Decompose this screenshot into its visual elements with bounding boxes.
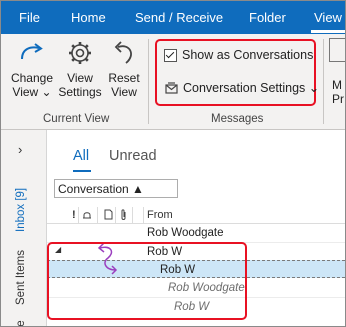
active-tab-indicator [311,30,345,33]
conversation-settings-label: Conversation Settings ⌄ [183,81,320,95]
filter-unread-tab[interactable]: Unread [109,148,157,164]
tab-view[interactable]: View [314,10,342,25]
reset-view-label-2: View [111,85,137,99]
group-separator-2 [323,39,324,124]
column-divider [97,207,98,223]
view-settings-label-1: View [67,71,93,85]
outlook-window: File Home Send / Receive Folder View Cha… [0,0,346,327]
column-divider [132,207,133,223]
view-settings-button[interactable]: View Settings [57,39,103,99]
group-separator [148,39,149,124]
change-view-button[interactable]: Change View ⌄ [9,39,55,99]
list-item[interactable]: Rob Woodgate [47,224,345,242]
change-view-label-1: Change [10,71,54,85]
conversation-settings-icon [165,81,178,94]
change-view-label-2: View ⌄ [12,85,52,99]
folder-more[interactable]: ive [15,320,27,326]
document-column-icon[interactable] [104,209,113,220]
change-view-icon [21,43,43,60]
group-label-messages: Messages [211,113,264,125]
column-divider [115,207,116,223]
tab-send-receive[interactable]: Send / Receive [135,10,223,25]
column-divider [143,207,144,223]
tab-home[interactable]: Home [71,10,106,25]
folder-pane-collapsed: › Inbox [9] Sent Items ive [1,130,47,326]
arrange-by-dropdown[interactable]: Conversation ▲ [54,179,178,198]
tab-folder[interactable]: Folder [249,10,286,25]
column-divider [78,207,79,223]
reminder-bell-icon[interactable] [82,210,92,220]
ribbon-tab-bar: File Home Send / Receive Folder View [1,1,345,34]
ribbon: Change View ⌄ View Settings Reset View C… [1,34,345,130]
highlight-box-conversation [47,242,247,320]
show-as-conversations-checkbox[interactable]: Show as Conversations [164,48,313,62]
folder-sent-items[interactable]: Sent Items [15,250,27,305]
column-header-row: ! From [47,207,345,224]
message-preview-icon [329,38,345,62]
filter-all-tab[interactable]: All [73,148,89,164]
reset-icon [114,41,132,64]
cut-off-button-label-2[interactable]: Pr [332,92,344,106]
folder-inbox[interactable]: Inbox [9] [15,188,27,232]
checkbox-checked-icon[interactable] [164,48,177,62]
conversation-settings-dropdown[interactable]: Conversation Settings ⌄ [164,80,319,95]
from-column-header[interactable]: From [147,209,173,221]
cut-off-button-label-1[interactable]: M [332,78,342,92]
group-label-current-view: Current View [43,113,110,125]
sender-name: Rob Woodgate [147,227,224,239]
attachment-paperclip-icon[interactable] [120,209,128,221]
expand-folder-pane-chevron-icon[interactable]: › [18,142,22,157]
reset-view-button[interactable]: Reset View [105,39,143,99]
tab-file[interactable]: File [19,10,40,25]
message-list: All Unread Conversation ▲ ! From Rob Woo… [47,130,345,326]
show-as-conversations-label: Show as Conversations [182,48,314,62]
gear-icon [69,42,91,64]
view-settings-label-2: Settings [58,85,102,99]
importance-column-icon[interactable]: ! [72,209,76,221]
filter-active-indicator [73,170,91,172]
reset-view-label-1: Reset [108,71,140,85]
